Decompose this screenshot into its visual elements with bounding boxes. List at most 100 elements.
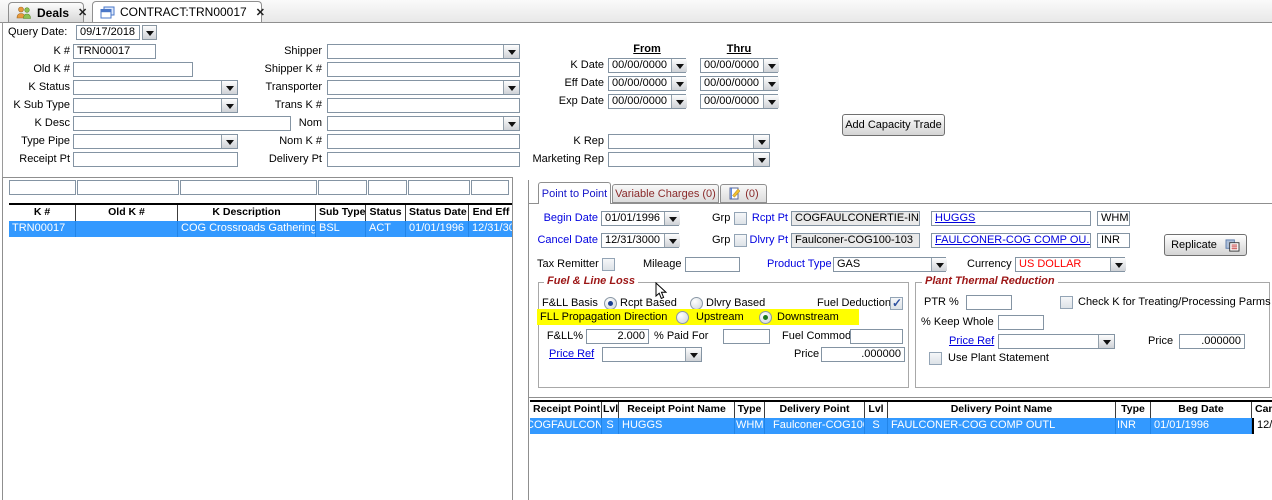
fll-price-ref-select[interactable] bbox=[602, 347, 702, 362]
fll-price-ref-link[interactable]: Price Ref bbox=[549, 347, 594, 362]
chevron-down-icon[interactable] bbox=[671, 77, 687, 90]
product-type-select[interactable]: GAS bbox=[833, 257, 946, 272]
k-rep-select[interactable] bbox=[608, 134, 770, 149]
table-row[interactable]: COGFAULCONERTIE-IN S HUGGS WHM Faulconer… bbox=[530, 418, 1272, 434]
rcpt-pt-type[interactable]: WHM bbox=[1097, 211, 1130, 226]
tab-close-icon[interactable]: ✕ bbox=[78, 6, 87, 19]
ptr-price-ref-select[interactable] bbox=[998, 334, 1115, 349]
currency-select[interactable]: US DOLLAR bbox=[1015, 257, 1125, 272]
cell-k-description: COG Crossroads Gathering bbox=[178, 221, 316, 237]
paid-for-label: % Paid For bbox=[654, 329, 708, 344]
transporter-select[interactable] bbox=[327, 80, 520, 95]
shipper-select[interactable] bbox=[327, 44, 520, 59]
downstream-radio[interactable] bbox=[759, 311, 772, 324]
chevron-down-icon[interactable] bbox=[1110, 258, 1126, 271]
trans-k-input[interactable] bbox=[327, 98, 520, 113]
add-capacity-trade-button[interactable]: Add Capacity Trade bbox=[842, 114, 945, 136]
grid-filter-cell[interactable] bbox=[318, 180, 367, 195]
old-k-number-input[interactable] bbox=[73, 62, 193, 77]
shipper-k-input[interactable] bbox=[327, 62, 520, 77]
cell-delivery-point-name: FAULCONER-COG COMP OUTL bbox=[888, 418, 1116, 434]
grp-rcpt-checkbox[interactable] bbox=[734, 212, 747, 225]
type-pipe-select[interactable] bbox=[73, 134, 238, 149]
grid-filter-cell[interactable] bbox=[180, 180, 317, 195]
upstream-label: Upstream bbox=[696, 310, 744, 325]
chevron-down-icon[interactable] bbox=[763, 95, 779, 108]
grid-filter-cell[interactable] bbox=[471, 180, 509, 195]
cell-cancel-date[interactable]: 12/31/3000 bbox=[1252, 418, 1272, 434]
chevron-down-icon[interactable] bbox=[664, 212, 680, 225]
rcpt-pt-name-link[interactable]: HUGGS bbox=[935, 212, 975, 224]
chevron-down-icon[interactable] bbox=[685, 348, 701, 361]
notepad-icon bbox=[728, 187, 741, 200]
chevron-down-icon[interactable] bbox=[763, 59, 779, 72]
grid-filter-cell[interactable] bbox=[9, 180, 76, 195]
use-plant-statement-checkbox[interactable] bbox=[929, 352, 942, 365]
chevron-down-icon[interactable] bbox=[671, 59, 687, 72]
k-sub-type-select[interactable] bbox=[73, 98, 238, 113]
tab-point-to-point[interactable]: Point to Point bbox=[538, 182, 611, 204]
cancel-date-label: Cancel Date bbox=[529, 233, 598, 248]
query-date-dropdown-icon[interactable] bbox=[142, 25, 157, 40]
chevron-down-icon[interactable] bbox=[1098, 335, 1114, 348]
check-k-checkbox[interactable] bbox=[1060, 296, 1073, 309]
fll-price-input[interactable]: .000000 bbox=[821, 347, 905, 362]
thru-column-header: Thru bbox=[700, 42, 778, 57]
tab-deals-label: Deals bbox=[37, 6, 69, 20]
fll-pct-input[interactable]: 2.000 bbox=[586, 329, 649, 344]
replicate-button[interactable]: Replicate bbox=[1164, 234, 1247, 256]
grid-filter-cell[interactable] bbox=[408, 180, 470, 195]
chevron-down-icon[interactable] bbox=[503, 117, 519, 130]
nom-select[interactable] bbox=[327, 116, 520, 131]
tab-close-icon[interactable]: ✕ bbox=[256, 6, 265, 19]
chevron-down-icon[interactable] bbox=[931, 258, 947, 271]
type-pipe-label: Type Pipe bbox=[0, 134, 70, 149]
chevron-down-icon[interactable] bbox=[671, 95, 687, 108]
dlvry-pt-value[interactable]: Faulconer-COG100-103 bbox=[791, 233, 920, 248]
dlvry-pt-type[interactable]: INR bbox=[1097, 233, 1130, 248]
ptr-price-input[interactable]: .000000 bbox=[1179, 334, 1245, 349]
cell-status: ACT bbox=[366, 221, 406, 237]
tab-contract[interactable]: CONTRACT:TRN00017 ✕ bbox=[92, 1, 262, 22]
tab-notes[interactable]: (0) bbox=[720, 184, 767, 203]
chevron-down-icon[interactable] bbox=[503, 45, 519, 58]
k-desc-label: K Desc bbox=[0, 116, 70, 131]
k-status-select[interactable] bbox=[73, 80, 238, 95]
mileage-input[interactable] bbox=[685, 257, 740, 272]
fuel-deduction-checkbox[interactable] bbox=[890, 297, 903, 310]
points-grid-divider bbox=[529, 397, 1272, 398]
rcpt-pt-name-link-box: HUGGS bbox=[931, 211, 1091, 226]
ptr-pct-input[interactable] bbox=[966, 295, 1012, 310]
table-row[interactable]: TRN00017 COG Crossroads Gathering BSL AC… bbox=[9, 221, 513, 237]
k-number-input[interactable]: TRN00017 bbox=[73, 44, 156, 59]
fuel-line-loss-title: Fuel & Line Loss bbox=[544, 275, 638, 288]
paid-for-input[interactable] bbox=[723, 329, 770, 344]
tab-strip-line bbox=[529, 203, 1272, 204]
marketing-rep-select[interactable] bbox=[608, 152, 770, 167]
chevron-down-icon[interactable] bbox=[503, 81, 519, 94]
chevron-down-icon[interactable] bbox=[753, 153, 769, 166]
grid-filter-cell[interactable] bbox=[77, 180, 179, 195]
rcpt-pt-value[interactable]: COGFAULCONERTIE-IN bbox=[791, 211, 920, 226]
grid-filter-cell[interactable] bbox=[368, 180, 407, 195]
tab-variable-charges[interactable]: Variable Charges (0) bbox=[612, 184, 719, 203]
tab-deals[interactable]: Deals ✕ bbox=[8, 2, 84, 22]
fuel-commod-input[interactable] bbox=[850, 329, 903, 344]
ptr-price-ref-link[interactable]: Price Ref bbox=[949, 334, 994, 349]
chevron-down-icon[interactable] bbox=[753, 135, 769, 148]
k-date-label: K Date bbox=[536, 58, 604, 73]
dlvry-pt-name-link[interactable]: FAULCONER-COG COMP OU... bbox=[935, 234, 1091, 246]
receipt-pt-label: Receipt Pt bbox=[0, 152, 70, 167]
tax-remitter-checkbox[interactable] bbox=[602, 258, 615, 271]
cell-k-number: TRN00017 bbox=[9, 221, 76, 237]
chevron-down-icon[interactable] bbox=[763, 77, 779, 90]
keep-whole-label: % Keep Whole bbox=[921, 315, 994, 330]
grp-dlvry-checkbox[interactable] bbox=[734, 234, 747, 247]
upstream-radio[interactable] bbox=[676, 311, 689, 324]
keep-whole-input[interactable] bbox=[998, 315, 1044, 330]
chevron-down-icon[interactable] bbox=[664, 234, 680, 247]
receipt-pt-input[interactable] bbox=[73, 152, 238, 167]
k-number-label: K # bbox=[0, 44, 70, 59]
cell-delivery-lvl: S bbox=[865, 418, 888, 434]
query-date-input[interactable]: 09/17/2018 bbox=[76, 25, 140, 40]
